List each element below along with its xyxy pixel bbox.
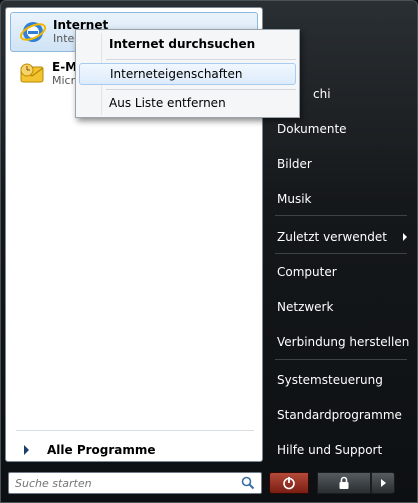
power-icon	[283, 477, 295, 490]
right-item-label: Systemsteuerung	[277, 373, 383, 387]
right-item-label: Computer	[277, 265, 337, 279]
search-icon	[241, 476, 255, 490]
right-item-recent[interactable]: Zuletzt verwendet	[271, 224, 413, 250]
right-item-label: Hilfe und Support	[277, 443, 383, 457]
right-item-music[interactable]: Musik	[271, 186, 413, 212]
right-item-network[interactable]: Netzwerk	[271, 294, 413, 320]
left-separator	[16, 430, 254, 431]
context-item-label: Internet durchsuchen	[109, 37, 256, 51]
context-item-search-internet[interactable]: Internet durchsuchen	[79, 33, 296, 55]
right-item-pictures[interactable]: Bilder	[271, 151, 413, 177]
right-separator	[275, 215, 407, 216]
triangle-right-icon	[380, 479, 386, 487]
right-item-label: Standardprogramme	[277, 408, 402, 422]
right-item-label: Zuletzt verwendet	[277, 230, 387, 244]
triangle-right-icon	[24, 445, 29, 455]
submenu-arrow-icon	[403, 233, 407, 241]
right-item-connect[interactable]: Verbindung herstellen	[271, 329, 413, 355]
context-separator	[106, 59, 296, 60]
shutdown-options-button[interactable]	[371, 472, 395, 494]
right-item-documents[interactable]: Dokumente	[271, 116, 413, 142]
right-item-label: Dokumente	[277, 122, 347, 136]
right-separator	[275, 253, 407, 254]
outlook-mail-icon	[20, 63, 44, 83]
lock-icon	[339, 476, 349, 489]
right-item-help[interactable]: Hilfe und Support	[271, 437, 413, 463]
context-item-label: Interneteigenschaften	[110, 67, 243, 81]
internet-explorer-icon	[19, 22, 47, 42]
lock-button[interactable]	[317, 472, 371, 494]
right-item-label: Bilder	[277, 157, 312, 171]
context-menu: Internet durchsuchen Interneteigenschaft…	[75, 29, 300, 118]
right-item-label: Netzwerk	[277, 300, 334, 314]
power-button[interactable]	[269, 472, 309, 494]
right-item-label: Musik	[277, 192, 312, 206]
right-item-default-programs[interactable]: Standardprogramme	[271, 402, 413, 428]
context-separator	[106, 89, 296, 90]
right-separator	[275, 359, 407, 360]
context-item-remove-from-list[interactable]: Aus Liste entfernen	[79, 92, 296, 114]
search-box[interactable]	[8, 472, 262, 494]
right-item-computer[interactable]: Computer	[271, 259, 413, 285]
all-programs-button[interactable]: Alle Programme	[16, 440, 254, 460]
right-item-control-panel[interactable]: Systemsteuerung	[271, 367, 413, 393]
context-item-label: Aus Liste entfernen	[109, 96, 226, 110]
search-input[interactable]	[15, 476, 215, 490]
context-item-internet-options[interactable]: Interneteigenschaften	[79, 63, 296, 85]
all-programs-label: Alle Programme	[47, 443, 156, 457]
start-menu: Internet Internet Explorer E-Mail Micros…	[0, 0, 418, 503]
right-item-label: Verbindung herstellen	[277, 335, 410, 349]
